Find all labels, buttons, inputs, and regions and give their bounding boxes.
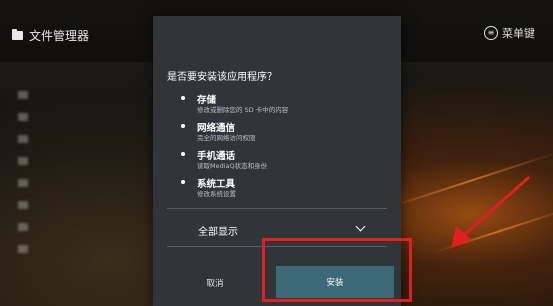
annotation-arrow — [451, 176, 530, 248]
arrow-shaft — [461, 176, 530, 238]
